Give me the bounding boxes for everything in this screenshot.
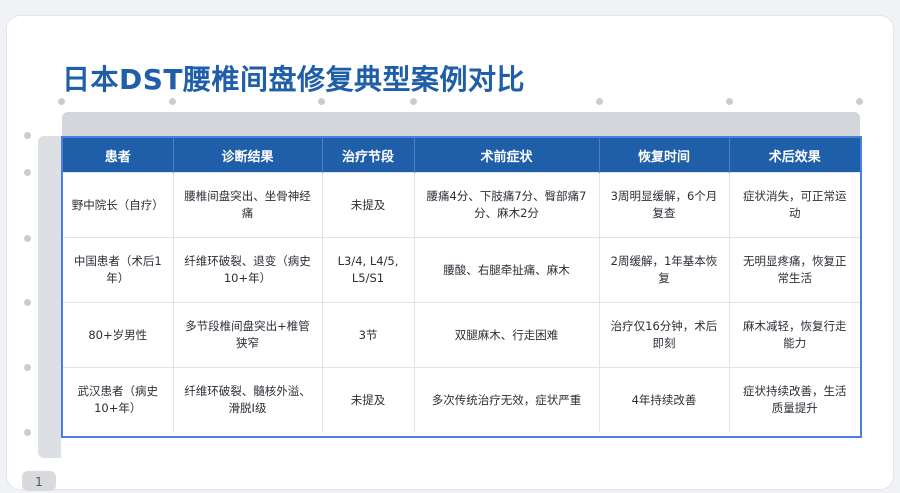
table-row: 武汉患者（病史10+年） 纤维环破裂、髓核外溢、滑脱Ⅰ级 未提及 多次传统治疗无…: [63, 367, 860, 432]
cell-outcome: 无明显疼痛，恢复正常生活: [729, 237, 860, 303]
page-number-badge: 1: [22, 471, 56, 491]
cell-recovery-time: 治疗仅16分钟，术后即刻: [599, 302, 730, 368]
column-header-recovery-time: 恢复时间: [599, 138, 730, 173]
table-header-row: 患者 诊断结果 治疗节段 术前症状 恢复时间 术后效果: [63, 138, 860, 173]
decor-dot: [410, 98, 417, 105]
cell-recovery-time: 3周明显缓解，6个月复查: [599, 172, 730, 238]
page-title: 日本DST腰椎间盘修复典型案例对比: [62, 63, 526, 96]
cell-diagnosis: 纤维环破裂、退变（病史10+年）: [173, 237, 323, 303]
cell-patient: 武汉患者（病史10+年）: [63, 367, 174, 432]
cell-segment: 未提及: [322, 367, 415, 432]
cell-outcome: 麻木减轻，恢复行走能力: [729, 302, 860, 368]
cell-segment: 3节: [322, 302, 415, 368]
table-row: 80+岁男性 多节段椎间盘突出+椎管狭窄 3节 双腿麻木、行走困难 治疗仅16分…: [63, 302, 860, 368]
column-header-diagnosis: 诊断结果: [173, 138, 323, 173]
cell-pre-symptoms: 腰痛4分、下肢痛7分、臀部痛7分、麻木2分: [414, 172, 600, 238]
decor-dot: [24, 169, 31, 176]
cell-segment: L3/4, L4/5, L5/S1: [322, 237, 415, 303]
column-header-segment: 治疗节段: [322, 138, 415, 173]
cell-outcome: 症状持续改善，生活质量提升: [729, 367, 860, 432]
cell-outcome: 症状消失，可正常运动: [729, 172, 860, 238]
cell-recovery-time: 2周缓解，1年基本恢复: [599, 237, 730, 303]
cell-patient: 野中院长（自疗）: [63, 172, 174, 238]
cell-pre-symptoms: 腰酸、右腿牵扯痛、麻木: [414, 237, 600, 303]
decor-dot: [856, 98, 863, 105]
decor-dot: [24, 429, 31, 436]
column-header-pre-symptoms: 术前症状: [414, 138, 600, 173]
decor-dot: [24, 235, 31, 242]
cell-diagnosis: 腰椎间盘突出、坐骨神经痛: [173, 172, 323, 238]
cell-pre-symptoms: 多次传统治疗无效，症状严重: [414, 367, 600, 432]
cell-diagnosis: 纤维环破裂、髓核外溢、滑脱Ⅰ级: [173, 367, 323, 432]
decor-dot: [24, 299, 31, 306]
comparison-table: 患者 诊断结果 治疗节段 术前症状 恢复时间 术后效果 野中院长（自疗） 腰椎间…: [63, 138, 860, 432]
decor-dot: [58, 98, 65, 105]
table-panel: 患者 诊断结果 治疗节段 术前症状 恢复时间 术后效果 野中院长（自疗） 腰椎间…: [61, 136, 862, 476]
cell-segment: 未提及: [322, 172, 415, 238]
cell-pre-symptoms: 双腿麻木、行走困难: [414, 302, 600, 368]
decor-dot: [24, 364, 31, 371]
cell-recovery-time: 4年持续改善: [599, 367, 730, 432]
decor-dot: [318, 98, 325, 105]
decor-dot: [24, 132, 31, 139]
table-frame: 患者 诊断结果 治疗节段 术前症状 恢复时间 术后效果 野中院长（自疗） 腰椎间…: [61, 136, 862, 438]
table-row: 野中院长（自疗） 腰椎间盘突出、坐骨神经痛 未提及 腰痛4分、下肢痛7分、臀部痛…: [63, 172, 860, 238]
column-header-patient: 患者: [63, 138, 174, 173]
table-row: 中国患者（术后1年） 纤维环破裂、退变（病史10+年） L3/4, L4/5, …: [63, 237, 860, 303]
decor-dot: [726, 98, 733, 105]
decor-dot: [169, 98, 176, 105]
cell-diagnosis: 多节段椎间盘突出+椎管狭窄: [173, 302, 323, 368]
column-header-outcome: 术后效果: [729, 138, 860, 173]
decor-dot: [596, 98, 603, 105]
cell-patient: 80+岁男性: [63, 302, 174, 368]
cell-patient: 中国患者（术后1年）: [63, 237, 174, 303]
